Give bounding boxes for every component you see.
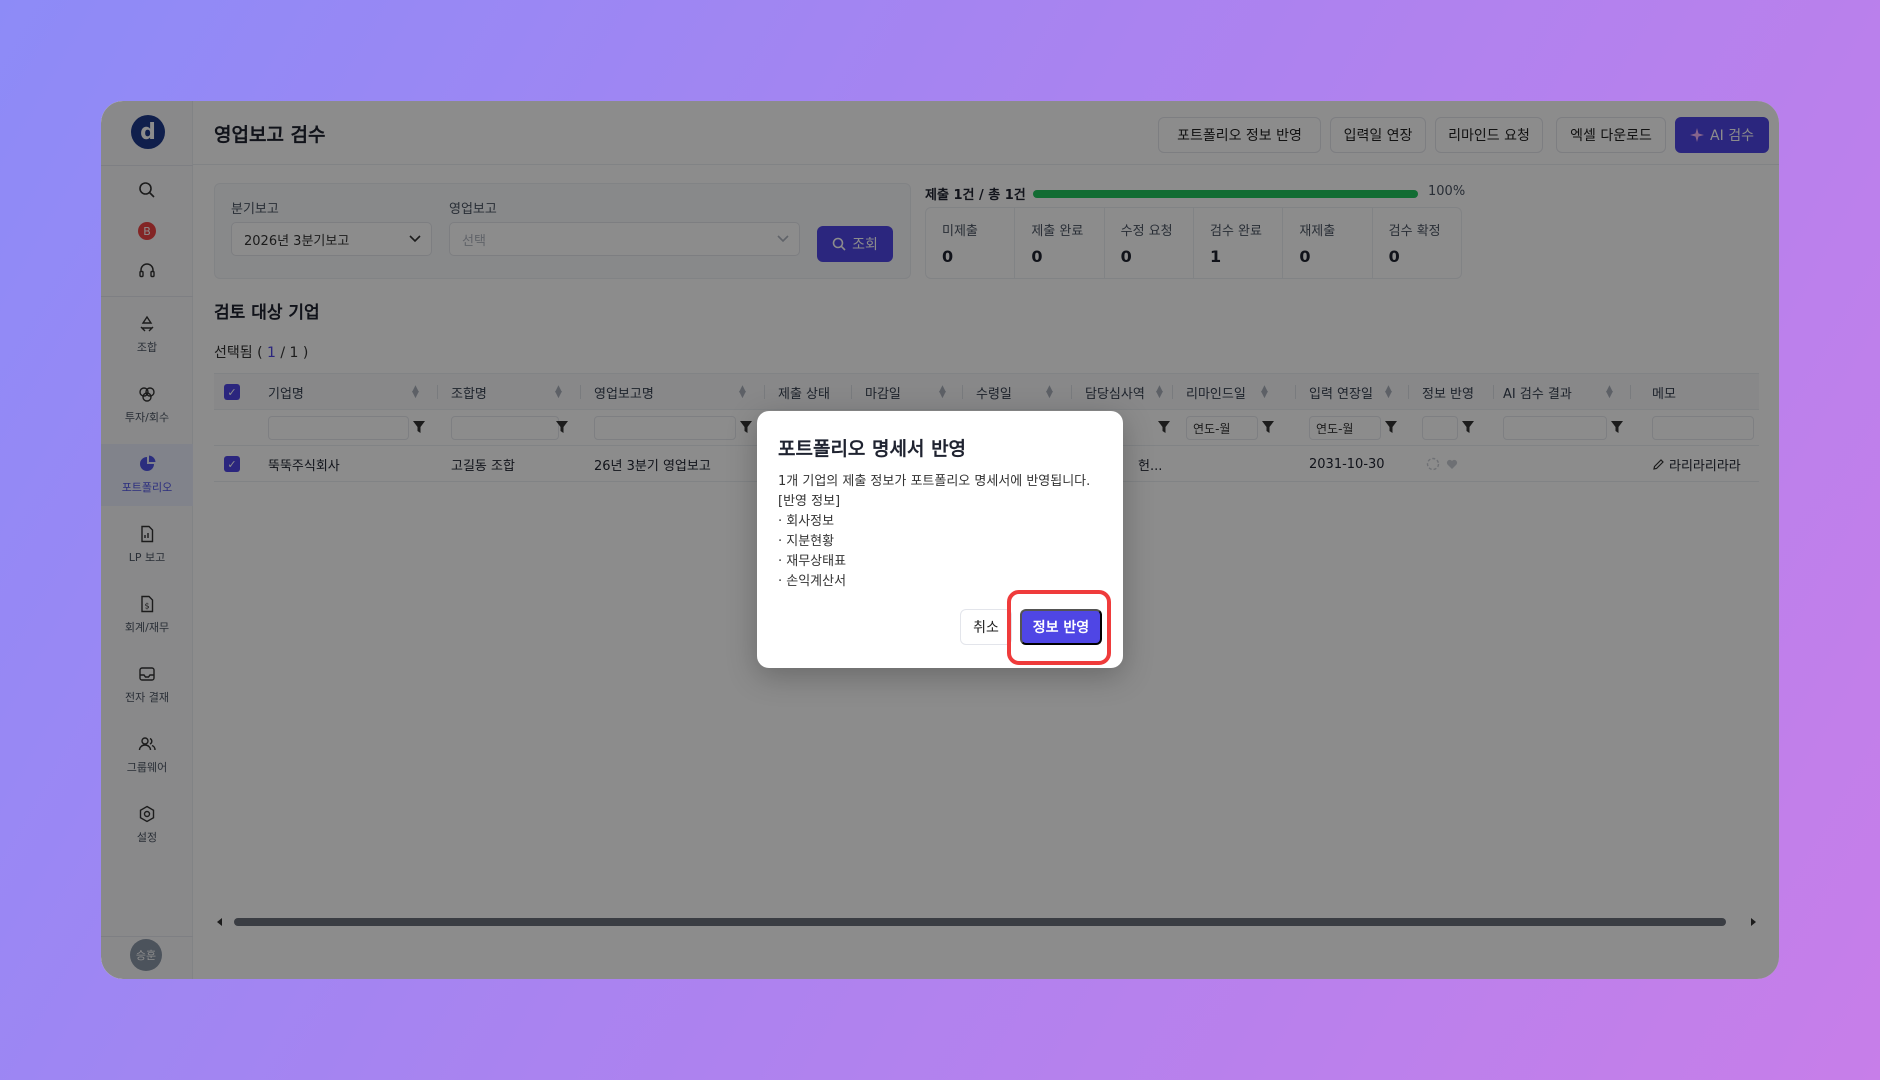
dialog-section-label: [반영 정보] <box>778 494 841 509</box>
dialog-message: 1개 기업의 제출 정보가 포트폴리오 명세서에 반영됩니다. <box>778 474 1091 489</box>
dialog-item: · 손익계산서 <box>778 574 847 589</box>
cancel-button[interactable]: 취소 <box>960 609 1012 645</box>
highlight-annotation <box>1007 590 1111 665</box>
dialog-item: · 지분현황 <box>778 534 835 549</box>
dialog-body: 1개 기업의 제출 정보가 포트폴리오 명세서에 반영됩니다. [반영 정보] … <box>778 472 1090 592</box>
dialog-title: 포트폴리오 명세서 반영 <box>778 438 967 460</box>
dialog-item: · 재무상태표 <box>778 554 847 569</box>
dialog-item: · 회사정보 <box>778 514 835 529</box>
